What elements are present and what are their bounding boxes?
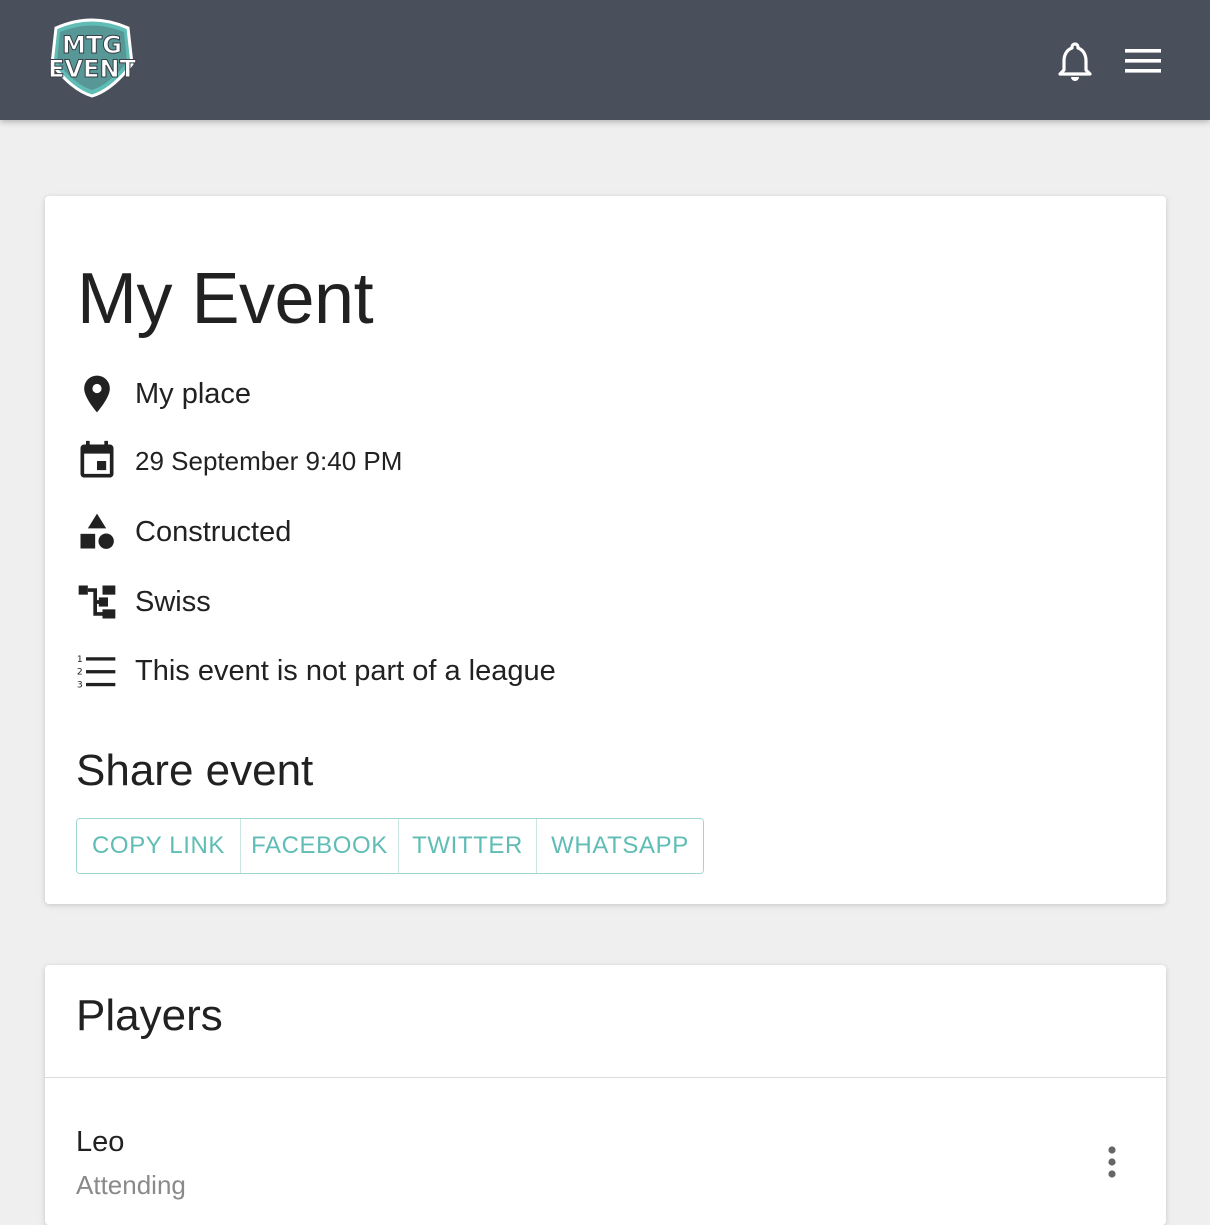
event-league-row: 1 2 3 This event is not part of a league: [75, 649, 556, 693]
svg-text:2: 2: [77, 667, 83, 678]
event-location: My place: [135, 377, 252, 410]
player-list-item[interactable]: Leo Attending: [45, 1078, 1166, 1225]
event-details-card: My Event My place 29 September 9:40 PM C…: [45, 196, 1166, 904]
svg-text:EVENT: EVENT: [48, 55, 136, 83]
event-structure: Swiss: [135, 585, 211, 618]
event-title: My Event: [77, 259, 374, 339]
players-heading: Players: [76, 991, 223, 1040]
player-status: Attending: [76, 1170, 186, 1200]
bell-icon[interactable]: [1055, 40, 1095, 82]
event-league: This event is not part of a league: [135, 654, 556, 687]
event-location-row: My place: [75, 372, 251, 416]
event-datetime: 29 September 9:40 PM: [135, 445, 403, 476]
event-format: Constructed: [135, 515, 292, 548]
share-button-group: COPY LINK FACEBOOK TWITTER WHATSAPP: [76, 818, 704, 874]
svg-text:1: 1: [77, 654, 83, 665]
more-vert-icon[interactable]: [1097, 1142, 1127, 1182]
hamburger-menu-icon[interactable]: [1122, 44, 1164, 78]
event-format-row: Constructed: [75, 510, 291, 554]
whatsapp-share-button[interactable]: WHATSAPP: [537, 819, 703, 873]
event-structure-row: Swiss: [75, 580, 211, 624]
share-event-heading: Share event: [76, 746, 314, 795]
bracket-icon: [75, 580, 119, 624]
map-pin-icon: [75, 372, 119, 416]
app-bar: MTG EVENT: [0, 0, 1210, 120]
player-name: Leo: [76, 1126, 125, 1158]
shapes-icon: [75, 510, 119, 554]
twitter-share-button[interactable]: TWITTER: [399, 819, 537, 873]
mtg-event-logo[interactable]: MTG EVENT: [42, 16, 142, 98]
svg-text:3: 3: [77, 680, 83, 691]
players-card: Players Leo Attending: [45, 965, 1166, 1225]
facebook-share-button[interactable]: FACEBOOK: [241, 819, 399, 873]
copy-link-button[interactable]: COPY LINK: [77, 819, 241, 873]
numbered-list-icon: 1 2 3: [75, 649, 119, 693]
event-datetime-row: 29 September 9:40 PM: [75, 439, 402, 483]
calendar-icon: [75, 439, 119, 483]
